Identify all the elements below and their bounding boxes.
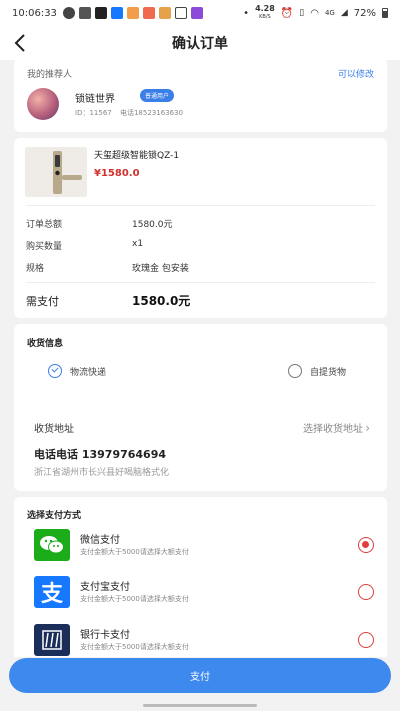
express-delivery-label: 物流快递 [70,367,107,378]
order-total-label: 订单总额 [26,220,63,230]
app-notification-icon [110,7,123,19]
network-type: 4G [324,9,335,17]
self-pickup-label: 自提货物 [310,367,347,378]
payment-option-alipay[interactable]: 支 支付宝支付 支付金额大于5000请选择大额支付 [34,576,374,610]
battery-icon [382,8,388,18]
radio-unselected-icon[interactable] [358,584,374,600]
payment-desc: 支付金额大于5000请选择大额支付 [80,595,189,603]
bank-card-icon [34,624,70,656]
radio-unselected-icon[interactable] [358,632,374,648]
alipay-icon: 支 [34,576,70,608]
quantity-value: x1 [132,239,144,249]
spec-label: 规格 [26,264,45,274]
battery-percent: 72% [353,7,376,19]
wifi-icon: ◠ [310,7,319,19]
divider [26,205,375,206]
dot-icon: • [243,7,250,19]
amount-due-value: 1580.0元 [132,294,191,308]
payment-name: 支付宝支付 [80,582,130,593]
radio-unchecked-icon [288,364,302,378]
order-summary-card: 天玺超级智能锁QZ-1 ¥1580.0 订单总额 1580.0元 购买数量 x1… [14,138,387,318]
app-notification-icon [190,7,203,19]
referrer-id: ID：11567 [75,109,112,117]
referrer-meta: ID：11567 电话18523163630 [75,108,189,118]
vibrate-icon: ▯ [299,8,305,18]
payment-name: 微信支付 [80,535,120,546]
wechat-pay-icon [34,529,70,561]
chevron-right-icon[interactable]: › [365,421,370,435]
edit-referrer-link[interactable]: 可以修改 [338,67,374,80]
user-level-badge: 普通用户 [140,89,175,102]
status-bar: 10:06:33 • 4.28 KB/S ⏰ ▯ ◠ 4G ◢ 72% [0,0,400,26]
referrer-name: 锁链世界 [75,94,115,105]
payment-desc: 支付金额大于5000请选择大额支付 [80,548,189,556]
payment-option-bank-card[interactable]: 银行卡支付 支付金额大于5000请选择大额支付 [34,624,374,657]
referrer-section-title: 我的推荐人 [27,70,73,80]
referrer-card: 我的推荐人 可以修改 锁链世界 普通用户 ID：11567 电话18523163… [14,58,387,132]
amount-due-label: 需支付 [26,295,59,308]
radio-checked-icon [48,364,62,378]
back-arrow-icon[interactable] [10,32,32,54]
contact-phone: 电话电话 13979764694 [34,448,167,461]
payment-name: 银行卡支付 [80,630,130,641]
home-indicator [143,704,257,707]
spec-value: 玫瑰金 包安装 [132,264,189,274]
app-notification-icon [78,7,91,19]
shipping-address: 浙江省湖州市长兴县好喝脑格式化 [34,468,170,478]
app-notification-icon [94,7,107,19]
order-total-value: 1580.0元 [132,220,173,230]
payment-desc: 支付金额大于5000请选择大额支付 [80,643,189,651]
choose-address-link[interactable]: 选择收货地址 [303,420,363,435]
page-title: 确认订单 [172,36,228,52]
pay-button[interactable]: 支付 [9,658,391,693]
app-notification-icon [158,7,171,19]
status-time: 10:06:33 [12,7,57,19]
address-label: 收货地址 [34,424,74,435]
signal-icon: ◢ [340,8,348,18]
payment-method-card: 选择支付方式 微信支付 支付金额大于5000请选择大额支付 支 支付宝支付 支付… [14,497,387,657]
net-speed: 4.28 KB/S [255,4,275,21]
product-image [25,147,87,197]
express-delivery-option[interactable]: 物流快递 [48,364,106,378]
nav-bar: 确认订单 [0,26,400,60]
referrer-phone: 电话18523163630 [119,109,183,117]
radio-selected-icon[interactable] [358,537,374,553]
notification-icon [62,7,75,19]
payment-section-title: 选择支付方式 [27,511,82,521]
shipping-info-card: 收货信息 物流快递 自提货物 收货地址 选择收货地址 › 电话电话 139797… [14,324,387,491]
divider [26,282,375,283]
app-notification-icon [174,7,187,19]
quantity-label: 购买数量 [26,242,63,252]
payment-option-wechat[interactable]: 微信支付 支付金额大于5000请选择大额支付 [34,529,374,563]
avatar [27,88,59,120]
product-price: ¥1580.0 [94,168,140,179]
alarm-icon: ⏰ [280,7,294,19]
product-name: 天玺超级智能锁QZ-1 [94,151,180,161]
shipping-section-title: 收货信息 [27,339,64,349]
app-notification-icon [142,7,155,19]
self-pickup-option[interactable]: 自提货物 [288,364,346,378]
app-notification-icon [126,7,139,19]
